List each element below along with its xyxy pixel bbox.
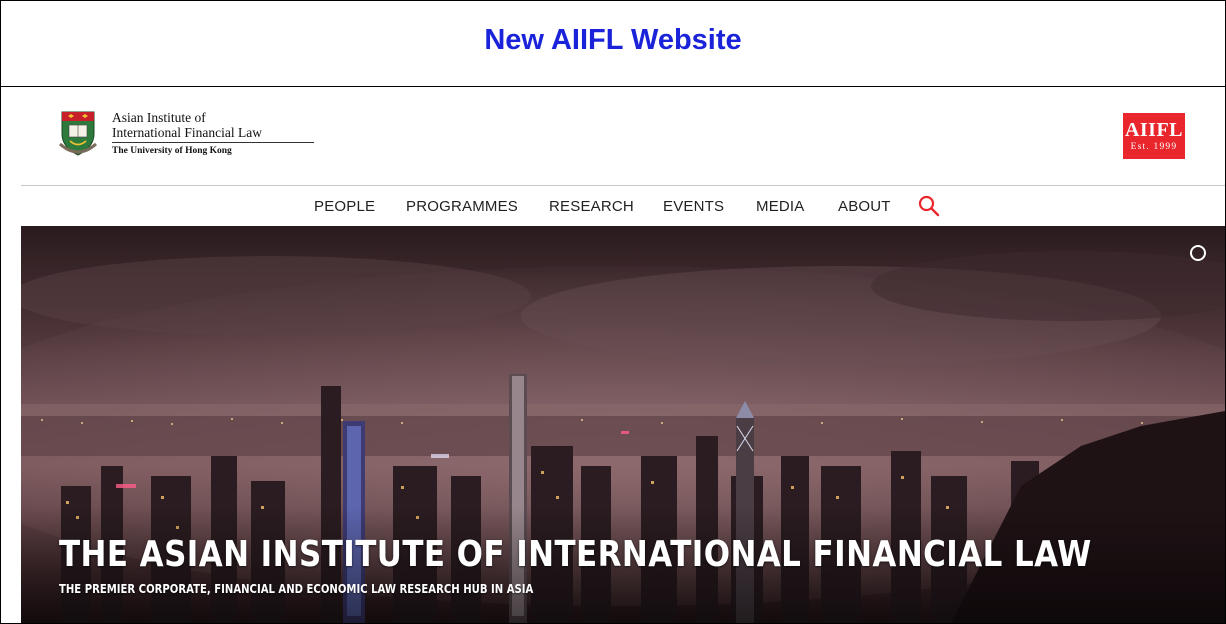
header-divider <box>21 185 1225 186</box>
slider-indicator-dot[interactable] <box>1190 245 1206 261</box>
nav-item-about[interactable]: ABOUT <box>838 198 891 215</box>
main-nav: PEOPLE PROGRAMMES RESEARCH EVENTS MEDIA … <box>1 194 1225 222</box>
nav-item-events[interactable]: EVENTS <box>663 198 724 215</box>
logo-text: Asian Institute of International Financi… <box>112 110 314 158</box>
site-logo[interactable]: Asian Institute of International Financi… <box>58 110 314 158</box>
nav-item-research[interactable]: RESEARCH <box>549 198 634 215</box>
logo-line-2: International Financial Law <box>112 125 314 143</box>
nav-item-people[interactable]: PEOPLE <box>314 198 375 215</box>
nav-item-media[interactable]: MEDIA <box>756 198 805 215</box>
badge-sub-text: Est. 1999 <box>1130 141 1178 152</box>
hku-crest-icon <box>58 110 98 156</box>
website-preview: Asian Institute of International Financi… <box>1 87 1225 623</box>
search-icon[interactable] <box>917 194 941 218</box>
hero-slider: THE ASIAN INSTITUTE OF INTERNATIONAL FIN… <box>21 226 1225 623</box>
nav-item-programmes[interactable]: PROGRAMMES <box>406 198 518 215</box>
aiifl-badge[interactable]: AIIFL Est. 1999 <box>1123 113 1185 159</box>
badge-main-text: AIIFL <box>1124 118 1184 141</box>
hero-headline: THE ASIAN INSTITUTE OF INTERNATIONAL FIN… <box>59 534 1092 575</box>
banner: New AIIFL Website <box>1 1 1225 87</box>
logo-line-1: Asian Institute of <box>112 110 206 125</box>
page-frame: New AIIFL Website Asian Institute of Int… <box>0 0 1226 624</box>
hero-subheadline: THE PREMIER CORPORATE, FINANCIAL AND ECO… <box>59 582 534 596</box>
logo-line-3: The University of Hong Kong <box>112 146 232 156</box>
banner-title: New AIIFL Website <box>484 24 742 56</box>
